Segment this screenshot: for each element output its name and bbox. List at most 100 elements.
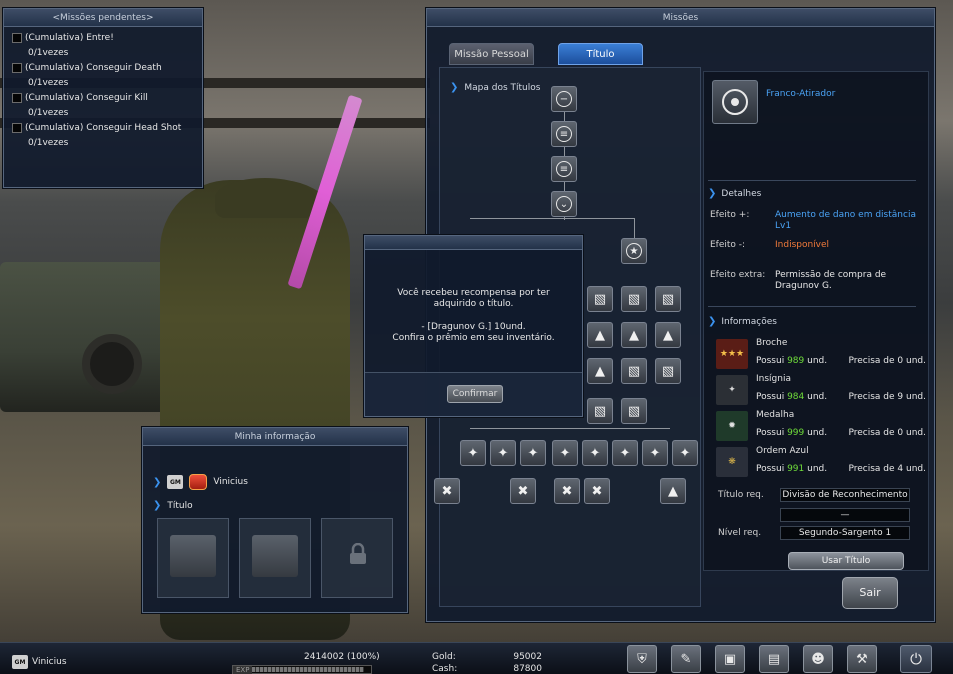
title-node[interactable]: ✦ <box>612 440 638 466</box>
title-node[interactable]: ⌄ <box>551 191 577 217</box>
item-counts: Possui 999 und. Precisa de 0 und. <box>756 428 926 438</box>
tab-personal-mission[interactable]: Missão Pessoal <box>449 43 534 65</box>
inventory-icon[interactable]: ▣ <box>715 645 745 673</box>
title-node[interactable]: ▲ <box>587 358 613 384</box>
title-node[interactable]: ▧ <box>621 398 647 424</box>
item-name: Ordem Azul <box>756 446 809 456</box>
level-req-label: Nível req. <box>718 528 762 538</box>
list-item[interactable]: (Cumulativa) Conseguir Kill 0/1vezes <box>12 93 194 118</box>
item-needed: Precisa de 0 und. <box>848 428 926 438</box>
effect-value: Aumento de dano em distância Lv1 <box>775 210 916 231</box>
title-slot[interactable] <box>239 518 311 598</box>
item-counts: Possui 989 und. Precisa de 0 und. <box>756 356 926 366</box>
title-node[interactable]: ▧ <box>655 286 681 312</box>
title-node[interactable]: ▧ <box>621 358 647 384</box>
divider <box>708 306 916 307</box>
title-node[interactable]: ▲ <box>621 322 647 348</box>
effect-label: Efeito extra: <box>710 270 766 280</box>
title-node-star[interactable]: ★ <box>621 238 647 264</box>
reward-line: Confira o prêmio em seu inventário. <box>392 333 555 343</box>
title-node[interactable]: ▧ <box>655 358 681 384</box>
lock-icon <box>350 543 366 564</box>
bottom-username: Vinicius <box>32 657 67 667</box>
clan-icon[interactable]: ⛨ <box>627 645 657 673</box>
title-node[interactable]: ✖ <box>584 478 610 504</box>
title-node[interactable]: ≡ <box>551 156 577 182</box>
minus-icon: − <box>556 91 572 107</box>
title-node[interactable]: ▲ <box>655 322 681 348</box>
title-node[interactable]: ✦ <box>582 440 608 466</box>
title-node[interactable]: ≡ <box>551 121 577 147</box>
tree-connector <box>470 218 634 219</box>
title-node[interactable]: ▧ <box>587 398 613 424</box>
shop-cart-icon[interactable]: ▤ <box>759 645 789 673</box>
username: Vinicius <box>213 477 248 487</box>
mission-progress: 0/1vezes <box>28 138 69 148</box>
gold-row: Gold: 95002 <box>432 652 542 662</box>
rank-badge-icon <box>189 474 208 490</box>
title-requirement-2: — <box>718 508 910 522</box>
owned-unit: und. <box>807 392 828 402</box>
title-node[interactable]: ✖ <box>434 478 460 504</box>
community-icon[interactable]: ☻ <box>803 645 833 673</box>
exit-button[interactable]: Sair <box>842 577 898 609</box>
tab-title[interactable]: Título <box>558 43 643 65</box>
effect-negative: Efeito -: Indisponível <box>710 240 923 251</box>
list-item[interactable]: (Cumulativa) Conseguir Death 0/1vezes <box>12 63 194 88</box>
reward-dialog-footer: Confirmar <box>365 372 582 416</box>
details-header-label: Detalhes <box>721 188 762 199</box>
insignia-icon: ✦ <box>716 375 748 405</box>
use-title-button[interactable]: Usar Título <box>788 552 904 570</box>
title-node[interactable]: ▲ <box>660 478 686 504</box>
mission-checkbox[interactable] <box>12 63 22 73</box>
slot-frame <box>252 535 298 577</box>
mission-checkbox[interactable] <box>12 93 22 103</box>
title-node[interactable]: ▧ <box>621 286 647 312</box>
scene-wheel <box>82 334 142 394</box>
mission-checkbox[interactable] <box>12 123 22 133</box>
mission-progress: 0/1vezes <box>28 108 69 118</box>
title-node[interactable]: ✦ <box>672 440 698 466</box>
item-name: Insígnia <box>756 374 791 384</box>
title-node[interactable]: ▲ <box>587 322 613 348</box>
pending-missions-panel: <Missões pendentes> (Cumulativa) Entre! … <box>3 8 203 188</box>
settings-wrench-icon[interactable]: ⚒ <box>847 645 877 673</box>
chevron-right-icon: ❯ <box>450 82 459 93</box>
requirement-item-medalha: ✹ Medalha Possui 999 und. Precisa de 0 u… <box>716 410 926 444</box>
list-item[interactable]: (Cumulativa) Entre! 0/1vezes <box>12 33 194 58</box>
exp-value: 2414002 (100%) <box>304 652 380 662</box>
pending-missions-list: (Cumulativa) Entre! 0/1vezes (Cumulativa… <box>4 27 202 159</box>
chevron-right-icon: ❯ <box>153 476 162 488</box>
details-header: ❯ Detalhes <box>708 188 761 199</box>
my-info-title: Minha informação <box>143 428 407 446</box>
info-header-label: Informações <box>721 316 777 327</box>
bottom-menu-icons: ⛨ ✎ ▣ ▤ ☻ ⚒ <box>627 645 877 673</box>
title-node[interactable]: ✖ <box>510 478 536 504</box>
title-node[interactable]: ✦ <box>552 440 578 466</box>
gm-badge-icon: GM <box>167 475 184 489</box>
title-node[interactable]: ✖ <box>554 478 580 504</box>
effect-value: Indisponível <box>775 240 830 250</box>
confirm-button[interactable]: Confirmar <box>447 385 503 403</box>
my-info-title-section: ❯ Título <box>153 500 193 511</box>
title-node[interactable]: ▧ <box>587 286 613 312</box>
effect-value: Permissão de compra de Dragunov G. <box>775 270 887 291</box>
missions-icon[interactable]: ✎ <box>671 645 701 673</box>
mission-checkbox[interactable] <box>12 33 22 43</box>
title-node[interactable]: ✦ <box>642 440 668 466</box>
reward-line: adquirido o título. <box>433 299 514 309</box>
bars-icon: ≡ <box>556 161 572 177</box>
title-req-label: Título req. <box>718 490 764 500</box>
title-node[interactable]: ✦ <box>520 440 546 466</box>
list-item[interactable]: (Cumulativa) Conseguir Head Shot 0/1veze… <box>12 123 194 148</box>
missions-tabs: Missão Pessoal Título <box>449 43 643 65</box>
chevron-right-icon: ❯ <box>708 316 717 327</box>
title-node[interactable]: ✦ <box>490 440 516 466</box>
title-slot-locked[interactable] <box>321 518 393 598</box>
title-node[interactable]: ✦ <box>460 440 486 466</box>
tree-header: ❯ Mapa dos Títulos <box>450 82 540 93</box>
power-icon[interactable]: ⏻ <box>900 645 932 673</box>
title-node[interactable]: − <box>551 86 577 112</box>
title-slot[interactable] <box>157 518 229 598</box>
item-owned: Possui 999 und. <box>756 428 827 438</box>
